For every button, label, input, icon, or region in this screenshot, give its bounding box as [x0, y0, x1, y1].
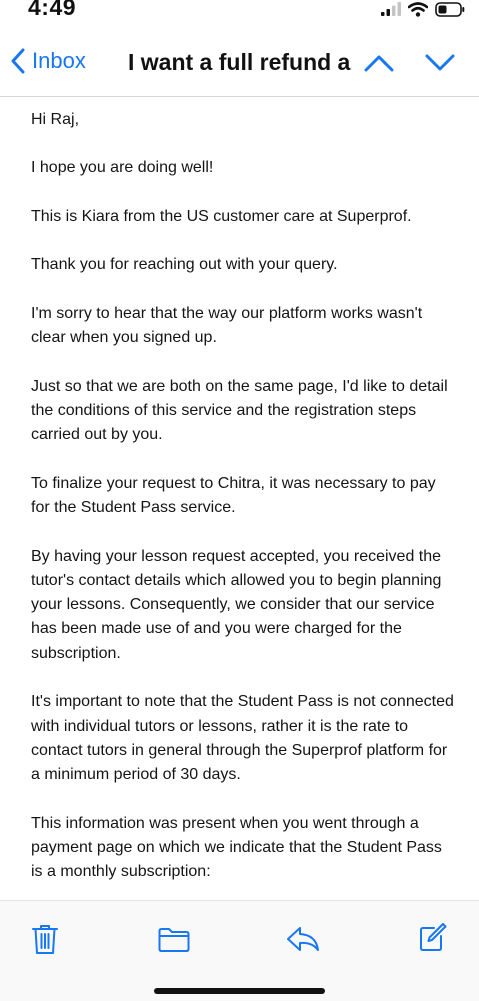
back-to-inbox-button[interactable]: Inbox — [10, 48, 86, 74]
email-body: Hi Raj, I hope you are doing well! This … — [31, 108, 456, 909]
email-subject-title: I want a full refund a... — [128, 49, 352, 75]
reply-icon[interactable] — [286, 925, 320, 953]
chevron-left-icon — [11, 48, 25, 74]
chevron-up-icon[interactable] — [362, 50, 396, 76]
email-paragraph: Just so that we are both on the same pag… — [31, 377, 448, 444]
home-indicator[interactable] — [154, 988, 325, 994]
email-paragraph: By having your lesson request accepted, … — [31, 547, 442, 662]
email-paragraph: Thank you for reaching out with your que… — [31, 256, 338, 274]
chevron-down-icon[interactable] — [423, 50, 457, 76]
trash-icon[interactable] — [32, 923, 58, 955]
status-icons — [381, 0, 465, 18]
email-paragraph: This information was present when you we… — [31, 814, 442, 881]
wifi-icon — [408, 1, 428, 17]
compose-icon[interactable] — [419, 922, 447, 952]
battery-icon — [435, 1, 465, 17]
back-label: Inbox — [32, 48, 86, 73]
email-paragraph: I'm sorry to hear that the way our platf… — [31, 304, 423, 347]
email-paragraph: I hope you are doing well! — [31, 159, 214, 177]
bottom-toolbar — [0, 900, 479, 1001]
email-paragraph: To finalize your request to Chitra, it w… — [31, 474, 436, 517]
nav-bar: Inbox I want a full refund a... — [0, 30, 479, 97]
status-bar: 4:49 — [0, 0, 479, 22]
signal-icon — [381, 2, 401, 16]
folder-icon[interactable] — [158, 927, 190, 953]
email-paragraph: Hi Raj, — [31, 111, 80, 128]
email-paragraph: This is Kiara from the US customer care … — [31, 207, 412, 225]
status-time: 4:49 — [28, 0, 77, 20]
email-paragraph: It's important to note that the Student … — [31, 693, 454, 784]
